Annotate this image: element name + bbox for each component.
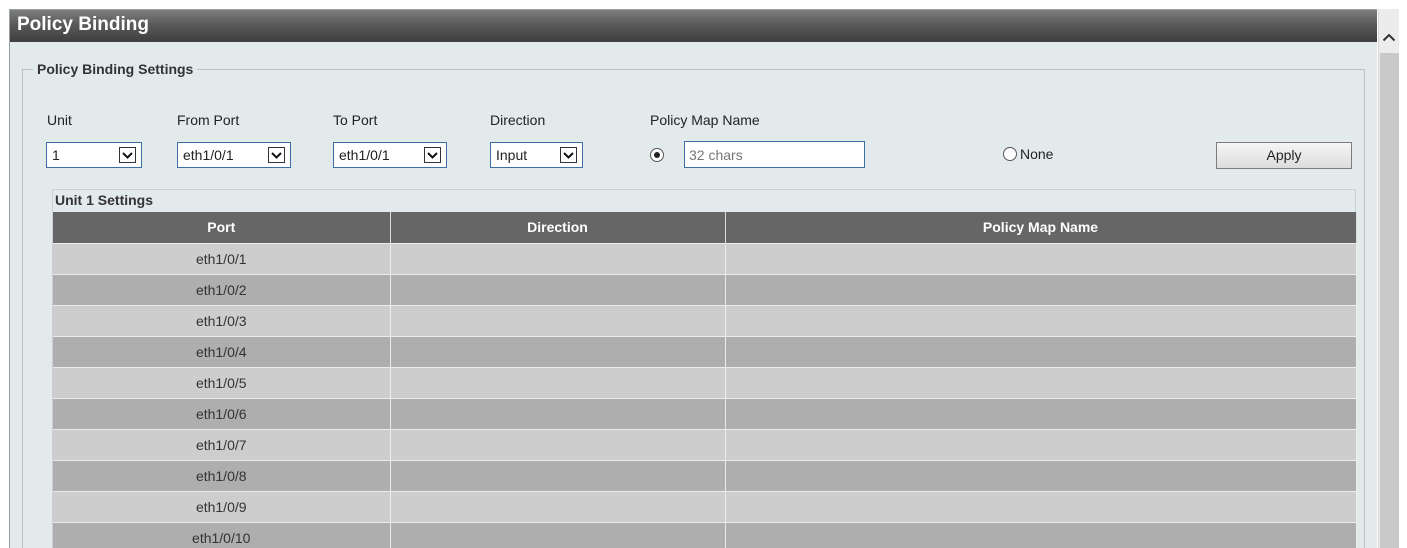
table-row: eth1/0/3	[53, 304, 1357, 336]
cell-direction	[390, 521, 726, 548]
cell-policy-map	[725, 428, 1357, 460]
policy-map-radio[interactable]	[650, 148, 664, 162]
cell-direction	[390, 366, 726, 398]
cell-port: eth1/0/4	[53, 335, 391, 367]
unit-select[interactable]: 1	[46, 142, 142, 168]
table-row: eth1/0/2	[53, 273, 1357, 305]
policy-binding-settings: Policy Binding Settings Unit 1 From Port…	[22, 61, 1365, 548]
from-port-select[interactable]: eth1/0/1	[177, 142, 291, 168]
cell-policy-map	[725, 273, 1357, 305]
chevron-down-icon	[560, 147, 577, 163]
cell-port: eth1/0/7	[53, 428, 391, 460]
policy-map-input[interactable]	[684, 141, 865, 168]
cell-policy-map	[725, 521, 1357, 548]
cell-port: eth1/0/6	[53, 397, 391, 429]
table-row: eth1/0/10	[53, 521, 1357, 548]
cell-policy-map	[725, 335, 1357, 367]
policy-binding-table: Port Direction Policy Map Name eth1/0/1 …	[53, 212, 1357, 548]
none-label: None	[1020, 146, 1054, 162]
column-header-direction: Direction	[390, 212, 726, 243]
cell-port: eth1/0/2	[53, 273, 391, 305]
table-row: eth1/0/9	[53, 490, 1357, 522]
cell-policy-map	[725, 304, 1357, 336]
cell-direction	[390, 490, 726, 522]
policy-map-label: Policy Map Name	[650, 112, 760, 128]
cell-policy-map	[725, 459, 1357, 491]
to-port-label: To Port	[333, 112, 378, 128]
cell-direction	[390, 428, 726, 460]
cell-policy-map	[725, 366, 1357, 398]
cell-port: eth1/0/5	[53, 366, 391, 398]
cell-port: eth1/0/3	[53, 304, 391, 336]
from-port-label: From Port	[177, 112, 240, 128]
chevron-down-icon	[424, 147, 441, 163]
table-row: eth1/0/4	[53, 335, 1357, 367]
table-header-row: Port Direction Policy Map Name	[53, 212, 1357, 243]
column-header-port: Port	[53, 212, 391, 243]
table-row: eth1/0/5	[53, 366, 1357, 398]
table-row: eth1/0/7	[53, 428, 1357, 460]
table-row: eth1/0/1	[53, 242, 1357, 274]
cell-port: eth1/0/9	[53, 490, 391, 522]
direction-label: Direction	[490, 112, 546, 128]
content-frame: Policy Binding Policy Binding Settings U…	[9, 9, 1377, 548]
table-row: eth1/0/8	[53, 459, 1357, 491]
cell-direction	[390, 335, 726, 367]
cell-direction	[390, 304, 726, 336]
scrollbar-thumb[interactable]	[1380, 53, 1399, 548]
cell-direction	[390, 459, 726, 491]
cell-port: eth1/0/8	[53, 459, 391, 491]
direction-select[interactable]: Input	[490, 142, 583, 168]
chevron-up-icon[interactable]	[1379, 27, 1399, 47]
cell-policy-map	[725, 490, 1357, 522]
to-port-select[interactable]: eth1/0/1	[333, 142, 447, 168]
vertical-scrollbar[interactable]	[1378, 9, 1399, 548]
unit-settings-box: Unit 1 Settings Port Direction Policy Ma…	[52, 189, 1357, 548]
cell-policy-map	[725, 242, 1357, 274]
direction-select-value: Input	[496, 147, 528, 163]
cell-policy-map	[725, 397, 1357, 429]
to-port-select-value: eth1/0/1	[339, 147, 390, 163]
from-port-select-value: eth1/0/1	[183, 147, 234, 163]
cell-direction	[390, 273, 726, 305]
cell-port: eth1/0/10	[53, 521, 391, 548]
none-radio[interactable]	[1003, 147, 1017, 161]
apply-button[interactable]: Apply	[1216, 142, 1352, 169]
chevron-down-icon	[119, 147, 136, 163]
cell-direction	[390, 397, 726, 429]
unit-select-value: 1	[52, 147, 60, 163]
column-header-policy-map-name: Policy Map Name	[725, 212, 1357, 243]
settings-legend: Policy Binding Settings	[33, 61, 198, 77]
unit-label: Unit	[47, 112, 72, 128]
unit-settings-title: Unit 1 Settings	[53, 190, 1355, 212]
table-row: eth1/0/6	[53, 397, 1357, 429]
cell-direction	[390, 242, 726, 274]
page-title: Policy Binding	[10, 10, 1377, 42]
cell-port: eth1/0/1	[53, 242, 391, 274]
chevron-down-icon	[268, 147, 285, 163]
